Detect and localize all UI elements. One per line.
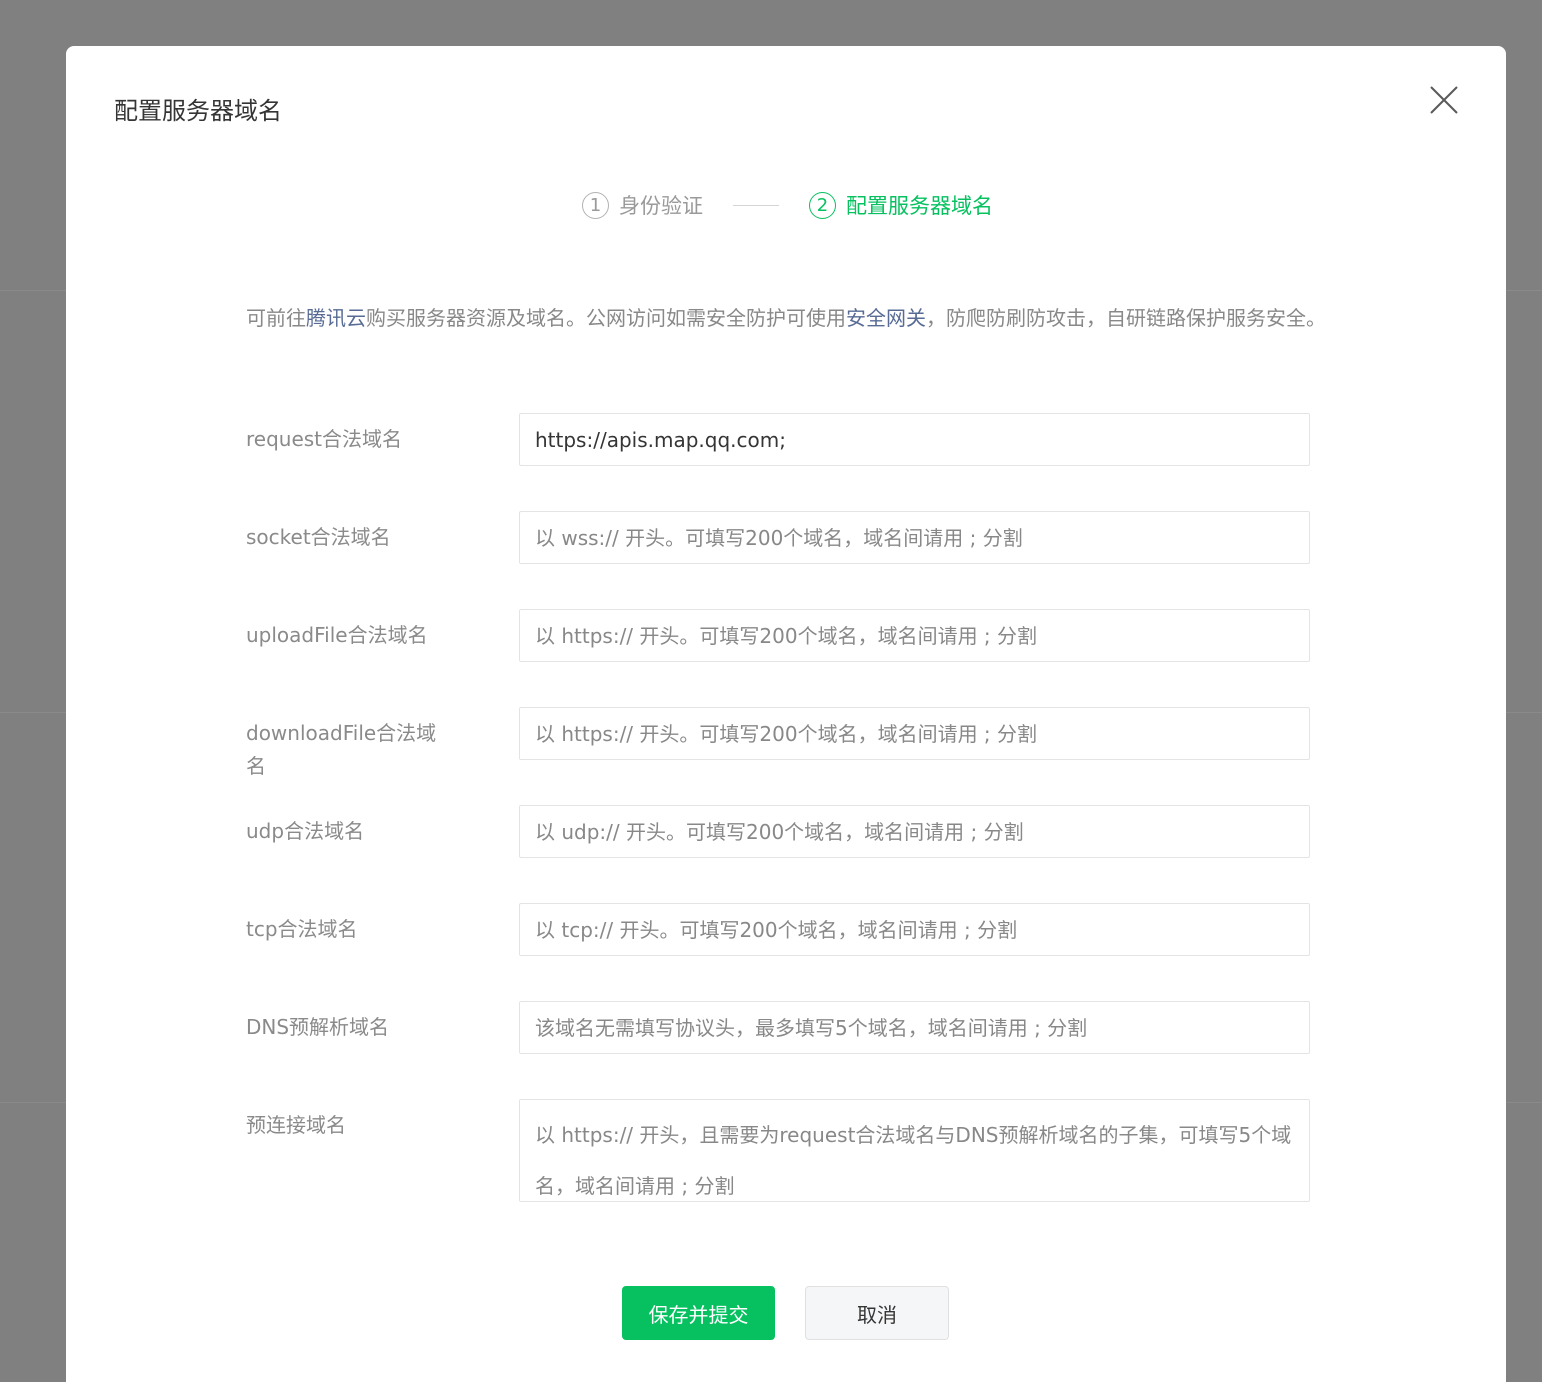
step-number: 1 <box>582 191 609 219</box>
close-button[interactable] <box>1428 84 1460 116</box>
downloadfile-domain-input[interactable] <box>519 707 1310 760</box>
step-label: 身份验证 <box>619 194 703 218</box>
udp-domain-input[interactable] <box>519 805 1310 858</box>
save-submit-button[interactable]: 保存并提交 <box>622 1286 775 1340</box>
security-gateway-link[interactable]: 安全网关 <box>846 306 926 330</box>
configure-domain-dialog: 配置服务器域名 1 身份验证 2 配置服务器域名 可前往腾讯云购买服务器资源及域… <box>66 46 1506 1382</box>
udp-domain-label: udp合法域名 <box>246 819 365 843</box>
step-configure-domain: 2 配置服务器域名 <box>809 190 993 220</box>
tcp-domain-label: tcp合法域名 <box>246 917 358 941</box>
intro-middle: 购买服务器资源及域名。公网访问如需安全防护可使用 <box>366 306 846 330</box>
close-icon <box>1430 86 1458 114</box>
dns-domain-input[interactable] <box>519 1001 1310 1054</box>
uploadfile-domain-label: uploadFile合法域名 <box>246 623 428 647</box>
request-domain-input[interactable] <box>519 413 1310 466</box>
step-indicator: 1 身份验证 2 配置服务器域名 <box>582 188 993 222</box>
preconnect-domain-label: 预连接域名 <box>246 1113 346 1137</box>
socket-domain-label: socket合法域名 <box>246 525 391 549</box>
preconnect-domain-input[interactable] <box>519 1099 1310 1202</box>
tencent-cloud-link[interactable]: 腾讯云 <box>306 306 366 330</box>
uploadfile-domain-input[interactable] <box>519 609 1310 662</box>
step-identity-verification: 1 身份验证 <box>582 190 703 220</box>
dns-domain-label: DNS预解析域名 <box>246 1015 390 1039</box>
step-connector <box>733 204 779 206</box>
step-label: 配置服务器域名 <box>846 194 993 218</box>
request-domain-label: request合法域名 <box>246 427 403 451</box>
intro-prefix: 可前往 <box>246 306 306 330</box>
socket-domain-input[interactable] <box>519 511 1310 564</box>
intro-text: 可前往腾讯云购买服务器资源及域名。公网访问如需安全防护可使用安全网关，防爬防刷防… <box>246 302 1326 335</box>
tcp-domain-input[interactable] <box>519 903 1310 956</box>
cancel-button[interactable]: 取消 <box>805 1286 949 1340</box>
dialog-title: 配置服务器域名 <box>114 97 282 125</box>
downloadfile-domain-label: downloadFile合法域名 <box>246 721 437 778</box>
step-number: 2 <box>809 191 836 219</box>
intro-suffix: ，防爬防刷防攻击，自研链路保护服务安全。 <box>926 306 1326 330</box>
